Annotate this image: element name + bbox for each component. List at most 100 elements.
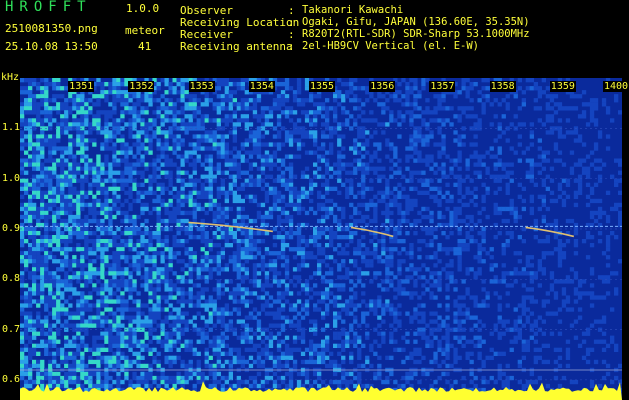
noise-cell: [220, 102, 225, 107]
noise-cell: [56, 303, 61, 308]
noise-cell: [144, 239, 149, 244]
noise-cell: [112, 178, 117, 183]
noise-cell: [72, 315, 77, 320]
noise-cell: [357, 150, 362, 155]
noise-cell: [445, 339, 450, 344]
noise-cell: [40, 343, 45, 348]
noise-cell: [337, 102, 342, 107]
noise-cell: [108, 279, 113, 284]
noise-cell: [108, 287, 113, 292]
noise-cell: [437, 279, 442, 284]
noise-cell: [152, 347, 157, 352]
noise-cell: [160, 339, 165, 344]
noise-cell: [236, 198, 241, 204]
noise-cell: [192, 295, 197, 300]
noise-cell: [168, 251, 173, 256]
noise-cell: [429, 239, 434, 244]
noise-cell: [172, 319, 177, 324]
noise-cell: [341, 263, 346, 268]
noise-cell: [176, 174, 181, 179]
noise-cell: [224, 94, 229, 99]
noise-cell: [80, 146, 85, 151]
noise-cell: [377, 259, 382, 264]
noise-cell: [164, 243, 169, 248]
noise-cell: [28, 146, 33, 151]
noise-cell: [405, 355, 410, 360]
noise-cell: [393, 287, 398, 292]
noise-cell: [56, 106, 61, 111]
noise-cell: [212, 347, 217, 352]
noise-cell: [96, 198, 101, 204]
noise-cell: [300, 351, 306, 356]
noise-cell: [401, 114, 406, 119]
noise-cell: [60, 359, 65, 365]
noise-cell: [349, 303, 354, 308]
noise-cell: [256, 247, 262, 252]
noise-cell: [60, 158, 65, 163]
noise-cell: [20, 275, 25, 280]
noise-cell: [228, 295, 233, 300]
noise-cell: [445, 118, 450, 123]
noise-cell: [437, 375, 442, 381]
noise-cell: [152, 307, 157, 312]
noise-cell: [164, 355, 169, 360]
noise-cell: [108, 86, 113, 91]
noise-cell: [52, 351, 57, 356]
noise-cell: [88, 375, 93, 381]
noise-cell: [204, 331, 209, 336]
noise-cell: [325, 214, 330, 220]
noise-cell: [417, 255, 422, 260]
noise-cell: [413, 130, 418, 135]
noise-cell: [357, 271, 362, 276]
noise-cell: [28, 186, 33, 191]
noise-cell: [313, 239, 318, 244]
noise-cell: [64, 235, 69, 240]
noise-cell: [228, 118, 233, 123]
noise-cell: [56, 315, 61, 320]
noise-cell: [32, 102, 37, 107]
noise-cell: [220, 247, 225, 252]
noise-cell: [421, 331, 426, 336]
noise-cell: [220, 186, 225, 191]
noise-cell: [296, 98, 302, 103]
noise-cell: [88, 359, 93, 365]
noise-cell: [309, 255, 314, 260]
noise-cell: [156, 383, 161, 389]
noise-cell: [357, 347, 362, 352]
noise-cell: [172, 86, 177, 91]
noise-cell: [96, 375, 101, 381]
noise-cell: [329, 299, 334, 304]
noise-cell: [272, 162, 278, 167]
noise-cell: [413, 114, 418, 119]
noise-cell: [112, 86, 117, 91]
noise-cell: [44, 102, 49, 107]
noise-cell: [292, 247, 298, 252]
noise-cell: [136, 315, 141, 320]
noise-cell: [252, 142, 258, 147]
noise-cell: [248, 247, 254, 252]
noise-cell: [445, 182, 450, 187]
noise-cell: [48, 351, 53, 356]
noise-cell: [276, 323, 282, 328]
noise-cell: [68, 315, 73, 320]
noise-cell: [100, 206, 105, 212]
noise-cell: [136, 339, 141, 344]
noise-cell: [449, 279, 454, 284]
noise-cell: [369, 134, 374, 139]
noise-cell: [333, 218, 338, 224]
noise-cell: [100, 146, 105, 151]
noise-cell: [457, 231, 462, 236]
noise-cell: [409, 170, 414, 175]
noise-cell: [212, 287, 217, 292]
noise-cell: [353, 142, 358, 147]
noise-cell: [389, 279, 394, 284]
noise-cell: [252, 106, 258, 111]
noise-cell: [296, 371, 302, 377]
noise-cell: [317, 231, 322, 236]
noise-cell: [313, 94, 318, 99]
noise-cell: [140, 130, 145, 135]
noise-cell: [164, 170, 169, 175]
noise-cell: [60, 283, 65, 288]
noise-cell: [381, 94, 386, 99]
noise-cell: [216, 283, 221, 288]
